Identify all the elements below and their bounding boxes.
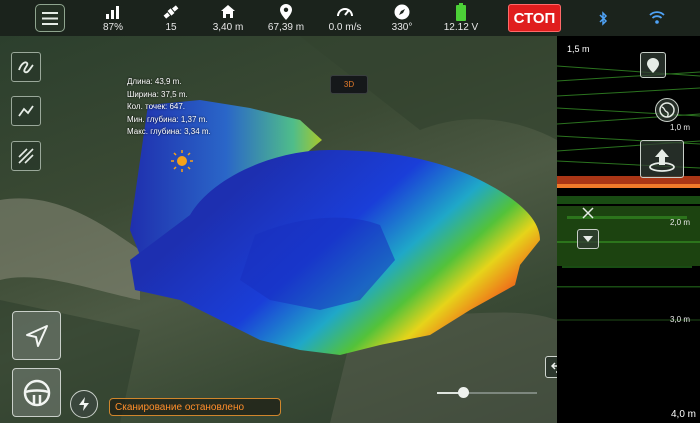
survey-length: Длина: 43,9 m. (127, 77, 182, 86)
lightning-icon (79, 397, 89, 411)
polyline-icon (18, 105, 34, 117)
location-distance-indicator: 67,39 m (266, 2, 306, 33)
sonar-panel[interactable] (557, 36, 700, 423)
signal-value: 87% (102, 22, 123, 33)
map-view[interactable]: Длина: 43,9 m. Ширина: 37,5 m. Кол. точе… (0, 36, 557, 423)
menu-button[interactable] (35, 4, 65, 32)
slider-thumb[interactable] (458, 387, 469, 398)
speed-indicator: 0.0 m/s (326, 2, 364, 33)
close-icon (582, 207, 594, 219)
bluetooth-icon[interactable] (598, 11, 608, 26)
globe-icon (659, 102, 675, 118)
heading-indicator: 330° (389, 2, 415, 33)
sonar-depth-top: 1,5 m (567, 44, 590, 54)
survey-max-depth: Макс. глубина: 3,34 m. (127, 127, 211, 136)
home-distance-value: 3,40 m (212, 22, 244, 33)
compass-icon (394, 4, 410, 19)
home-icon (221, 5, 235, 18)
home-distance-indicator: 3,40 m (210, 2, 246, 33)
recenter-button[interactable] (640, 140, 684, 178)
draw-tool-button[interactable] (11, 52, 41, 82)
survey-width: Ширина: 37,5 m. (127, 89, 188, 99)
battery-indicator: 12.12 V (441, 2, 481, 33)
wifi-icon[interactable] (649, 11, 665, 24)
sonar-depth-2: 2,0 m (670, 218, 691, 227)
hamburger-icon (42, 11, 58, 25)
gesture-icon (18, 61, 34, 74)
satellite-indicator: 15 (158, 2, 184, 33)
power-button[interactable] (70, 390, 98, 418)
3d-view-button[interactable]: 3D (330, 75, 368, 94)
route-tool-button[interactable] (11, 96, 41, 126)
signal-indicator: 87% (100, 2, 126, 33)
battery-icon (456, 2, 466, 21)
globe-button[interactable] (655, 98, 679, 122)
status-bar: 87% 15 3,40 m 67,39 m 0.0 m/s 330° 12.12… (0, 0, 700, 36)
stop-button[interactable]: СТОП (508, 4, 561, 32)
autopilot-button[interactable] (12, 368, 61, 417)
steering-wheel-icon (23, 379, 50, 406)
hatch-icon (18, 148, 34, 164)
satellite-map-layer (0, 36, 557, 423)
survey-min-depth: Мин. глубина: 1,37 m. (127, 114, 208, 124)
satellite-count: 15 (165, 22, 177, 33)
battery-voltage-value: 12.12 V (443, 22, 479, 33)
recenter-icon (649, 149, 675, 172)
collapse-sonar-button[interactable] (577, 229, 599, 249)
location-pin-icon (280, 3, 292, 20)
speed-value: 0.0 m/s (328, 22, 362, 33)
sonar-depth-1: 1,0 m (670, 123, 691, 132)
scan-status: Сканирование остановлено (109, 398, 281, 416)
chevron-down-icon (583, 236, 593, 242)
survey-points: Кол. точек: 647. (127, 102, 186, 111)
location-distance-value: 67,39 m (267, 22, 305, 33)
area-tool-button[interactable] (11, 141, 41, 171)
signal-bars-icon (106, 5, 119, 19)
navigation-arrow-icon (25, 324, 48, 347)
survey-info: Длина: 43,9 m. Ширина: 37,5 m. Кол. точе… (127, 76, 211, 139)
speedometer-icon (337, 7, 353, 16)
navigate-button[interactable] (12, 311, 61, 360)
close-sonar-button[interactable] (576, 201, 600, 225)
map-pin-icon (647, 57, 659, 73)
map-pin-button[interactable] (640, 52, 666, 78)
satellite-icon (163, 4, 179, 19)
sonar-depth-bottom: 4,0 m (671, 409, 697, 420)
sonar-depth-3: 3,0 m (670, 315, 691, 324)
heading-value: 330° (391, 22, 413, 33)
